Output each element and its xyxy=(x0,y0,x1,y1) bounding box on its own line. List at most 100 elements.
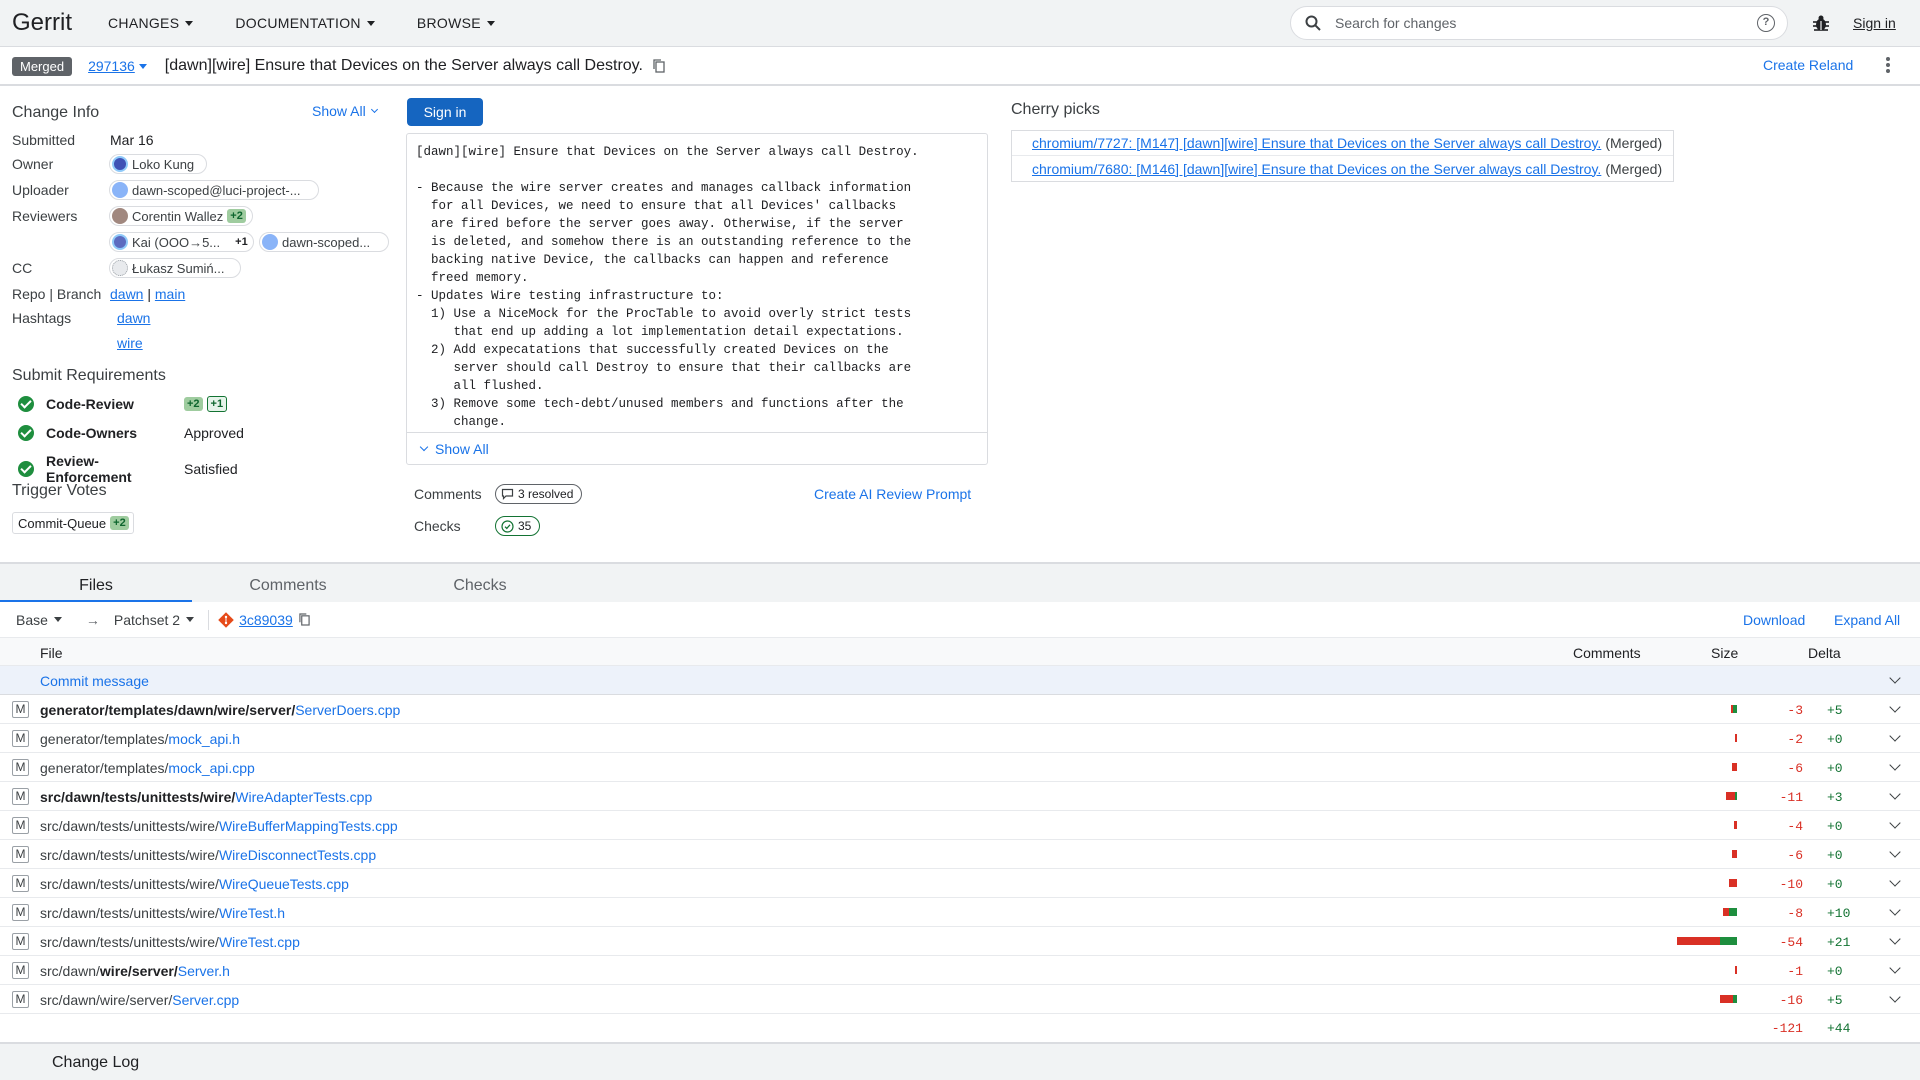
file-path[interactable]: src/dawn/wire/server/Server.h xyxy=(40,963,230,979)
deletion-bar xyxy=(1732,850,1737,858)
menu-changes[interactable]: CHANGES xyxy=(108,15,194,31)
cherry-picks-list: chromium/7727: [M147] [dawn][wire] Ensur… xyxy=(1011,130,1674,182)
create-reland-button[interactable]: Create Reland xyxy=(1763,57,1853,73)
chevron-down-icon xyxy=(370,105,378,114)
reviewer-chip[interactable]: dawn-scoped... xyxy=(259,232,389,252)
trigger-vote-chip[interactable]: Commit-Queue +2 xyxy=(12,512,134,534)
file-name: ServerDoers.cpp xyxy=(295,702,401,718)
avatar xyxy=(112,156,128,172)
sign-in-link[interactable]: Sign in xyxy=(1853,15,1896,31)
file-row[interactable]: Mgenerator/templates/mock_api.cpp -6 +0 xyxy=(0,753,1920,782)
file-path[interactable]: src/dawn/tests/unittests/wire/WireDiscon… xyxy=(40,847,376,863)
file-row[interactable]: Msrc/dawn/tests/unittests/wire/WireBuffe… xyxy=(0,811,1920,840)
file-path[interactable]: src/dawn/tests/unittests/wire/WireQueueT… xyxy=(40,876,349,892)
file-path[interactable]: src/dawn/wire/server/Server.cpp xyxy=(40,992,239,1008)
tab-files[interactable]: Files xyxy=(0,564,192,602)
commit-hash-link[interactable]: 3c89039 xyxy=(239,612,293,628)
report-bug-icon[interactable] xyxy=(1812,14,1830,32)
file-path[interactable]: generator/templates/mock_api.cpp xyxy=(40,760,255,776)
repo-link[interactable]: dawn xyxy=(110,286,143,302)
file-row[interactable]: Mgenerator/templates/mock_api.h -2 +0 xyxy=(0,724,1920,753)
gerrit-logo[interactable]: Gerrit xyxy=(12,9,72,37)
file-path[interactable]: src/dawn/tests/unittests/wire/WireBuffer… xyxy=(40,818,398,834)
column-size: Size xyxy=(1711,645,1739,661)
commit-show-all-button[interactable]: Show All xyxy=(407,432,987,464)
file-row[interactable]: Msrc/dawn/wire/server/Server.h -1 +0 xyxy=(0,956,1920,985)
change-info-title: Change Info xyxy=(12,104,100,121)
copy-icon[interactable] xyxy=(299,613,310,626)
chevron-down-icon[interactable] xyxy=(1889,904,1901,916)
file-row[interactable]: Mgenerator/templates/dawn/wire/server/Se… xyxy=(0,695,1920,724)
chevron-down-icon[interactable] xyxy=(1889,701,1901,713)
caret-down-icon[interactable] xyxy=(138,63,147,69)
size-bar xyxy=(1732,850,1737,858)
file-name: mock_api.h xyxy=(168,731,240,747)
file-path[interactable]: src/dawn/tests/unittests/wire/WireAdapte… xyxy=(40,789,372,805)
file-path[interactable]: src/dawn/tests/unittests/wire/WireTest.c… xyxy=(40,934,300,950)
hashtag-link[interactable]: wire xyxy=(117,335,143,351)
chevron-down-icon[interactable] xyxy=(1889,759,1901,771)
create-ai-review-prompt-button[interactable]: Create AI Review Prompt xyxy=(814,486,971,502)
chevron-down-icon[interactable] xyxy=(1889,846,1901,858)
search-input[interactable] xyxy=(1335,15,1735,31)
hashtag-link[interactable]: dawn xyxy=(117,310,150,326)
uploader-chip[interactable]: dawn-scoped@luci-project-... xyxy=(109,180,319,200)
file-row[interactable]: Msrc/dawn/tests/unittests/wire/WireTest.… xyxy=(0,927,1920,956)
commit-message-link[interactable]: Commit message xyxy=(40,673,149,689)
chevron-down-icon[interactable] xyxy=(1889,933,1901,945)
file-row[interactable]: Msrc/dawn/wire/server/Server.cpp -16 +5 xyxy=(0,985,1920,1014)
checks-pill[interactable]: 35 xyxy=(495,516,541,536)
uploader-name: dawn-scoped@luci-project-... xyxy=(132,182,301,198)
file-row[interactable]: Msrc/dawn/tests/unittests/wire/WireDisco… xyxy=(0,840,1920,869)
comments-pill[interactable]: 3 resolved xyxy=(495,484,583,504)
change-info-show-all[interactable]: Show All xyxy=(312,103,378,119)
chevron-down-icon[interactable] xyxy=(1889,672,1901,684)
cc-chip[interactable]: Łukasz Sumiń... xyxy=(109,258,241,278)
checks-count: 35 xyxy=(518,519,532,533)
download-button[interactable]: Download xyxy=(1743,612,1805,628)
owner-chip[interactable]: Loko Kung xyxy=(109,154,207,174)
help-icon[interactable]: ? xyxy=(1757,14,1775,32)
deletion-bar xyxy=(1735,966,1737,974)
requirement-name: Code-Owners xyxy=(46,425,138,441)
file-path[interactable]: src/dawn/tests/unittests/wire/WireTest.h xyxy=(40,905,285,921)
patchset-select[interactable]: Patchset 2 xyxy=(114,612,195,628)
file-row[interactable]: Msrc/dawn/tests/unittests/wire/WireQueue… xyxy=(0,869,1920,898)
change-log-title[interactable]: Change Log xyxy=(52,1054,139,1072)
chevron-down-icon[interactable] xyxy=(1889,788,1901,800)
file-row[interactable]: Msrc/dawn/tests/unittests/wire/WireAdapt… xyxy=(0,782,1920,811)
sign-in-button[interactable]: Sign in xyxy=(407,98,483,126)
cherry-pick-link[interactable]: chromium/7680: [M146] [dawn][wire] Ensur… xyxy=(1032,161,1601,177)
check-circle-icon xyxy=(501,519,514,533)
file-path[interactable]: generator/templates/mock_api.h xyxy=(40,731,240,747)
change-number-link[interactable]: 297136 xyxy=(88,58,135,74)
menu-documentation[interactable]: DOCUMENTATION xyxy=(235,15,375,31)
branch-link[interactable]: main xyxy=(155,286,185,302)
avatar xyxy=(112,182,128,198)
chevron-down-icon[interactable] xyxy=(1889,817,1901,829)
requirement-code-review[interactable]: Code-Review +2 +1 xyxy=(18,396,228,412)
tab-checks[interactable]: Checks xyxy=(384,564,576,602)
file-path[interactable]: generator/templates/dawn/wire/server/Ser… xyxy=(40,702,400,718)
requirement-code-owners[interactable]: Code-Owners Approved xyxy=(18,425,244,441)
cherry-pick-link[interactable]: chromium/7727: [M147] [dawn][wire] Ensur… xyxy=(1032,135,1601,151)
copy-icon[interactable] xyxy=(653,59,665,73)
file-path-prefix: src/dawn/tests/unittests/wire/ xyxy=(40,818,219,834)
requirement-review-enforcement[interactable]: Review-Enforcement Satisfied xyxy=(18,453,238,485)
reviewer-chip[interactable]: Corentin Wallez +2 xyxy=(109,206,253,226)
chevron-down-icon[interactable] xyxy=(1889,730,1901,742)
tab-comments[interactable]: Comments xyxy=(192,564,384,602)
file-row[interactable]: Msrc/dawn/tests/unittests/wire/WireTest.… xyxy=(0,898,1920,927)
reviewer-chip[interactable]: Kai (OOO→5... +1 xyxy=(109,232,254,252)
chevron-down-icon[interactable] xyxy=(1889,875,1901,887)
commit-message-row[interactable]: Commit message xyxy=(0,666,1920,695)
expand-all-button[interactable]: Expand All xyxy=(1834,612,1900,628)
chevron-down-icon[interactable] xyxy=(1889,962,1901,974)
more-actions-icon[interactable] xyxy=(1886,57,1892,75)
top-header: Gerrit CHANGES DOCUMENTATION BROWSE ? Si… xyxy=(0,0,1920,47)
menu-browse[interactable]: BROWSE xyxy=(417,15,495,31)
chevron-down-icon[interactable] xyxy=(1889,991,1901,1003)
file-status-badge: M xyxy=(12,730,29,747)
base-select[interactable]: Base xyxy=(16,612,62,628)
caret-down-icon xyxy=(53,617,62,622)
